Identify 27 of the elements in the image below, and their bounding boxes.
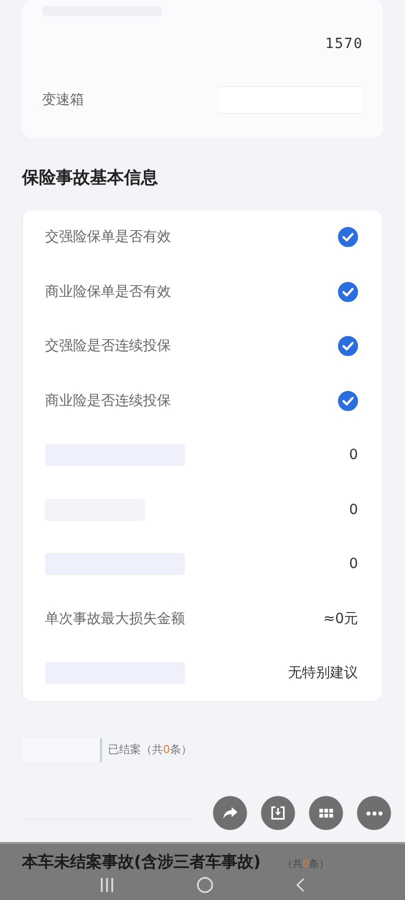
case-count: 已结案（共0条） <box>108 742 192 757</box>
download-button[interactable] <box>261 796 295 830</box>
field-label: 商业险保单是否有效 <box>45 282 171 301</box>
field-label: 商业险是否连续投保 <box>45 392 171 410</box>
grid-button[interactable] <box>309 796 343 830</box>
checkbox[interactable] <box>338 282 358 302</box>
field-value: 0 <box>349 556 358 572</box>
more-icon <box>366 810 382 816</box>
back-icon[interactable] <box>296 878 305 892</box>
field-label: 变速箱 <box>42 91 84 109</box>
section-title: 本车未结案事故(含涉三者车事故) <box>22 852 261 873</box>
field-label: 交强险保单是否有效 <box>45 228 171 246</box>
field-value: 无特别建议 <box>288 664 358 682</box>
field-label: 单次事故最大损失金额 <box>45 610 185 628</box>
field-value: 1570 <box>325 36 363 52</box>
field-value: 0 <box>349 502 358 518</box>
section-title: 保险事故基本信息 <box>22 167 159 189</box>
checkbox[interactable] <box>338 390 358 411</box>
recents-icon[interactable] <box>100 878 114 892</box>
checkbox[interactable] <box>338 336 358 356</box>
field-value: ≈0元 <box>323 610 358 628</box>
field-value: 0 <box>349 447 358 464</box>
more-button[interactable] <box>357 796 391 830</box>
field-label: 交强险是否连续投保 <box>45 337 171 356</box>
share-button[interactable] <box>213 796 247 830</box>
checkbox[interactable] <box>338 227 358 248</box>
home-icon[interactable] <box>197 877 213 893</box>
